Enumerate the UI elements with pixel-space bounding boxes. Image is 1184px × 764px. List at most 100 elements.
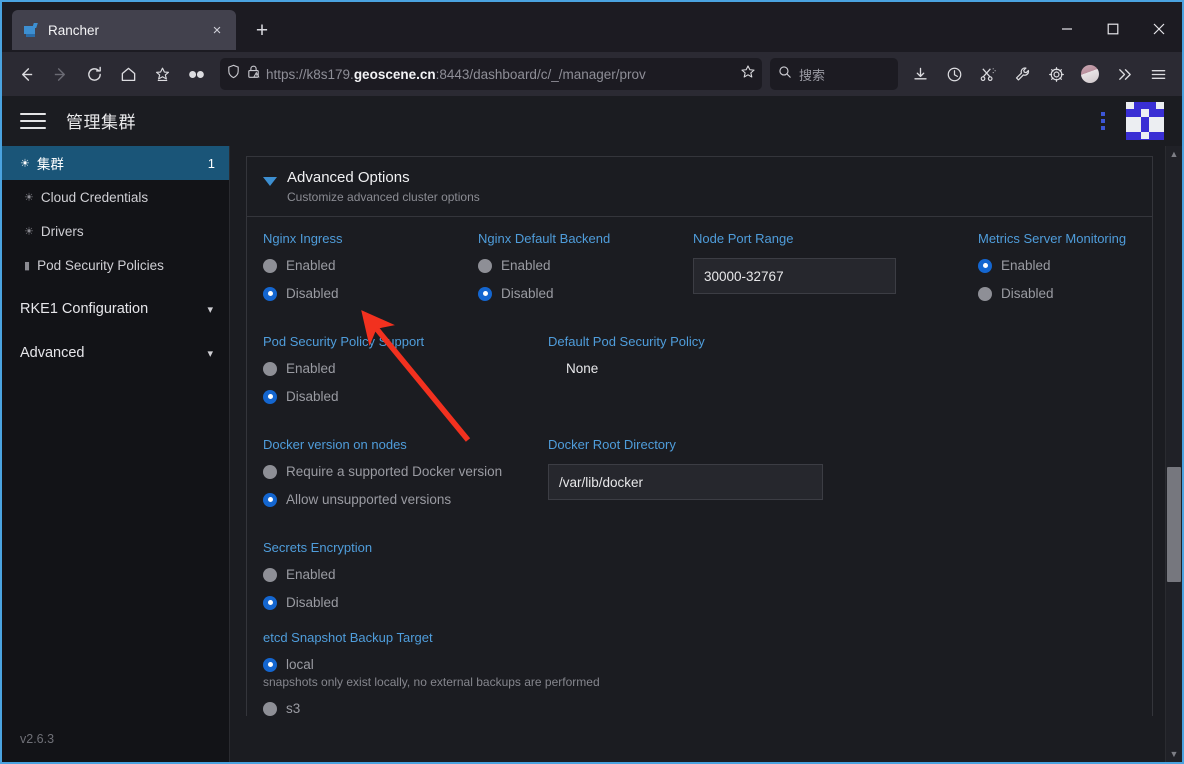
radio-button[interactable]: [263, 389, 277, 404]
bookmark-star-icon[interactable]: [146, 58, 178, 90]
browser-window: Rancher × + https://k8s179.geoscene.cn:8…: [0, 0, 1184, 764]
home-icon[interactable]: [112, 58, 144, 90]
search-placeholder: 搜索: [799, 67, 826, 83]
radio-button[interactable]: [263, 464, 277, 479]
field-nginx-default-backend: Nginx Default Backend Enabled Disabled: [478, 231, 693, 314]
address-bar[interactable]: https://k8s179.geoscene.cn:8443/dashboar…: [220, 58, 762, 90]
radio-nginx-ingress-disabled[interactable]: Disabled: [263, 286, 478, 301]
close-icon[interactable]: ×: [206, 19, 228, 41]
hamburger-menu-icon[interactable]: [20, 111, 46, 131]
vertical-scrollbar[interactable]: ▲ ▼: [1165, 146, 1182, 762]
advanced-options-panel: Advanced Options Customize advanced clus…: [246, 156, 1153, 716]
radio-button[interactable]: [263, 492, 277, 507]
account-avatar-icon[interactable]: [1074, 58, 1106, 90]
radio-secrets-disabled[interactable]: Disabled: [263, 595, 1136, 610]
radio-button[interactable]: [263, 595, 277, 610]
field-psp-support: Pod Security Policy Support Enabled Disa…: [263, 334, 548, 417]
main-region: Advanced Options Customize advanced clus…: [230, 146, 1182, 762]
sidebar-item-label: 集群: [36, 157, 64, 172]
scrollbar-track[interactable]: [1166, 162, 1182, 746]
window-controls: [1044, 6, 1182, 52]
radio-button[interactable]: [263, 657, 277, 672]
new-tab-button[interactable]: +: [246, 14, 278, 46]
forward-arrow-icon[interactable]: [44, 58, 76, 90]
form-row-3: Docker version on nodes Require a suppor…: [263, 437, 1136, 520]
url-text[interactable]: https://k8s179.geoscene.cn:8443/dashboar…: [266, 67, 735, 82]
download-icon[interactable]: [904, 58, 936, 90]
radio-psp-disabled[interactable]: Disabled: [263, 389, 548, 404]
back-arrow-icon[interactable]: [10, 58, 42, 90]
panel-body: Nginx Ingress Enabled Disabled Nginx Def…: [247, 217, 1152, 716]
radio-nginx-backend-disabled[interactable]: Disabled: [478, 286, 693, 301]
screenshot-icon[interactable]: [972, 58, 1004, 90]
avatar[interactable]: [1126, 101, 1164, 140]
search-icon: [778, 65, 792, 84]
overflow-chevrons-icon[interactable]: [1108, 58, 1140, 90]
gear-icon[interactable]: [1040, 58, 1072, 90]
radio-label: Enabled: [286, 361, 336, 376]
radio-etcd-s3[interactable]: s3: [263, 701, 1136, 716]
radio-button[interactable]: [978, 258, 992, 273]
sidebar-group-label: Advanced: [20, 345, 85, 361]
radio-button[interactable]: [263, 701, 277, 716]
radio-docker-unsupported[interactable]: Allow unsupported versions: [263, 492, 548, 507]
maximize-icon[interactable]: [1090, 6, 1136, 52]
docker-root-dir-input[interactable]: /var/lib/docker: [548, 464, 823, 500]
field-label: Default Pod Security Policy: [548, 334, 705, 349]
sidebar-item-cloud-credentials[interactable]: ☀ Cloud Credentials: [2, 180, 229, 214]
radio-docker-supported[interactable]: Require a supported Docker version: [263, 464, 548, 479]
radio-nginx-ingress-enabled[interactable]: Enabled: [263, 258, 478, 273]
sidebar-item-pod-security-policies[interactable]: ▮ Pod Security Policies: [2, 248, 229, 282]
browser-tab-rancher[interactable]: Rancher ×: [12, 10, 236, 50]
node-port-range-input[interactable]: 30000-32767: [693, 258, 896, 294]
panel-header[interactable]: Advanced Options Customize advanced clus…: [247, 157, 1152, 217]
bookmark-star-icon[interactable]: [740, 64, 756, 85]
radio-secrets-enabled[interactable]: Enabled: [263, 567, 1136, 582]
radio-label: Require a supported Docker version: [286, 464, 503, 479]
scroll-down-icon[interactable]: ▼: [1170, 746, 1179, 762]
reload-icon[interactable]: [78, 58, 110, 90]
radio-button[interactable]: [263, 286, 277, 301]
app-header: 管理集群: [2, 96, 1182, 146]
triangle-down-icon[interactable]: [263, 177, 277, 186]
radio-metrics-disabled[interactable]: Disabled: [978, 286, 1165, 301]
radio-button[interactable]: [263, 567, 277, 582]
vertical-dots-icon[interactable]: [1090, 106, 1116, 136]
radio-metrics-enabled[interactable]: Enabled: [978, 258, 1165, 273]
field-label: Docker Root Directory: [548, 437, 676, 452]
radio-etcd-local[interactable]: local: [263, 657, 1136, 672]
lock-warning-icon[interactable]: [246, 64, 261, 84]
radio-button[interactable]: [263, 361, 277, 376]
scrollbar-thumb[interactable]: [1167, 467, 1181, 582]
search-bar[interactable]: 搜索: [770, 58, 898, 90]
shield-icon[interactable]: [226, 64, 241, 84]
radio-button[interactable]: [263, 258, 277, 273]
radio-psp-enabled[interactable]: Enabled: [263, 361, 548, 376]
radio-button[interactable]: [478, 258, 492, 273]
radio-button[interactable]: [478, 286, 492, 301]
history-clock-icon[interactable]: [938, 58, 970, 90]
field-label: Nginx Default Backend: [478, 231, 611, 246]
radio-button[interactable]: [978, 286, 992, 301]
sidebar: ☀ 集群 1 ☀ Cloud Credentials ☀ Drivers ▮ P…: [2, 146, 230, 762]
minimize-icon[interactable]: [1044, 6, 1090, 52]
chevron-down-icon: ▾: [207, 303, 213, 316]
sidebar-item-clusters[interactable]: ☀ 集群 1: [2, 146, 229, 180]
tab-title: Rancher: [48, 22, 100, 38]
infinity-icon[interactable]: [180, 58, 212, 90]
field-nginx-ingress: Nginx Ingress Enabled Disabled: [263, 231, 478, 314]
wrench-icon[interactable]: [1006, 58, 1038, 90]
app-body: ☀ 集群 1 ☀ Cloud Credentials ☀ Drivers ▮ P…: [2, 146, 1182, 762]
form-row-5: etcd Snapshot Backup Target local snapsh…: [263, 630, 1136, 716]
sidebar-item-drivers[interactable]: ☀ Drivers: [2, 214, 229, 248]
radio-nginx-backend-enabled[interactable]: Enabled: [478, 258, 693, 273]
radio-label: Disabled: [501, 286, 554, 301]
field-label: Nginx Ingress: [263, 231, 343, 246]
scroll-up-icon[interactable]: ▲: [1170, 146, 1179, 162]
hamburger-menu-icon[interactable]: [1142, 58, 1174, 90]
panel-subtitle: Customize advanced cluster options: [287, 190, 480, 204]
close-window-icon[interactable]: [1136, 6, 1182, 52]
sidebar-group-rke1-configuration[interactable]: RKE1 Configuration ▾: [2, 292, 229, 326]
default-psp-value[interactable]: None: [548, 361, 833, 376]
sidebar-group-advanced[interactable]: Advanced ▾: [2, 336, 229, 370]
